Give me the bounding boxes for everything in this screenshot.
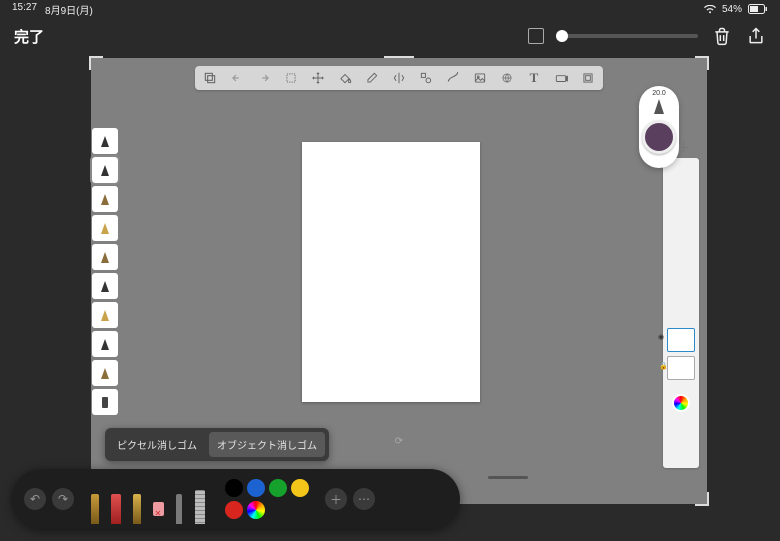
text-tool-icon[interactable]: T (525, 69, 543, 87)
shapes-icon[interactable] (417, 69, 435, 87)
dock-drag-handle[interactable] (488, 476, 528, 479)
crop-handle-tl[interactable] (89, 56, 103, 70)
brush-size-label: 20.0 (652, 90, 666, 97)
swatch-green[interactable] (269, 479, 287, 497)
crop-handle-br[interactable] (695, 492, 709, 506)
wifi-icon (704, 5, 716, 14)
dock-redo-button[interactable]: ↷ (52, 488, 74, 510)
status-bar: 15:27 8月9日(月) 54% (0, 0, 780, 18)
curve-icon[interactable] (444, 69, 462, 87)
dock-cutter-tool[interactable] (170, 480, 188, 524)
add-brush-icon[interactable]: ＋ (677, 138, 691, 158)
camera-icon[interactable] (552, 69, 570, 87)
opacity-reference-box[interactable] (528, 28, 544, 44)
symmetry-icon[interactable] (390, 69, 408, 87)
pen-preset-3[interactable] (92, 186, 118, 212)
dock-more-button[interactable]: ⋯ (353, 488, 375, 510)
layers-icon[interactable] (201, 69, 219, 87)
trash-icon[interactable] (712, 26, 732, 46)
pen-preset-5[interactable] (92, 244, 118, 270)
eraser-pixel-option[interactable]: ピクセル消しゴム (109, 432, 205, 457)
crop-handle-tr[interactable] (695, 56, 709, 70)
brush-size-panel[interactable]: 20.0 ＋ (639, 86, 679, 168)
eraser-icon[interactable] (363, 69, 381, 87)
layer-visibility-icon[interactable]: ◉ (658, 333, 664, 341)
dock-undo-button[interactable]: ↶ (24, 488, 46, 510)
layer-1[interactable]: ◉ (667, 328, 695, 352)
status-battery: 54% (722, 4, 742, 15)
redo-icon[interactable] (255, 69, 273, 87)
pen-preset-6[interactable] (92, 273, 118, 299)
layer-panel: ◉ 🔒 (667, 328, 695, 412)
pen-preset-2[interactable] (92, 157, 118, 183)
dock-color-swatches (225, 479, 313, 519)
swatch-yellow[interactable] (291, 479, 309, 497)
pen-preset-9[interactable] (92, 360, 118, 386)
canvas-toolbar: T (195, 66, 603, 90)
swatch-blue[interactable] (247, 479, 265, 497)
pen-presets (92, 128, 118, 418)
canvas-center-icon[interactable]: ⟳ (395, 436, 403, 447)
swatch-black[interactable] (225, 479, 243, 497)
move-icon[interactable] (309, 69, 327, 87)
share-icon[interactable] (746, 26, 766, 46)
undo-icon[interactable] (228, 69, 246, 87)
brush-nib-icon (654, 99, 664, 114)
layer-background[interactable]: 🔒 (667, 356, 695, 380)
status-time: 15:27 (12, 2, 37, 17)
eraser-mode-popup: ピクセル消しゴム オブジェクト消しゴム (105, 428, 329, 461)
select-rect-icon[interactable] (282, 69, 300, 87)
app-header: 完了 (0, 18, 780, 54)
swatch-rainbow[interactable] (247, 501, 265, 519)
battery-icon (748, 4, 768, 14)
pen-preset-1[interactable] (92, 128, 118, 154)
pen-preset-10[interactable] (92, 389, 118, 415)
dock-add-button[interactable]: ＋ (325, 488, 347, 510)
brush-color-swatch[interactable] (642, 120, 676, 154)
swatch-red[interactable] (225, 501, 243, 519)
status-date: 8月9日(月) (45, 2, 93, 17)
dock-marker-tool[interactable] (107, 480, 125, 524)
dock-pencil-tool[interactable] (128, 480, 146, 524)
crop-handle-top[interactable] (384, 56, 414, 58)
pen-preset-7[interactable] (92, 302, 118, 328)
pen-preset-4[interactable] (92, 215, 118, 241)
color-wheel-icon[interactable] (672, 394, 690, 412)
eraser-object-option[interactable]: オブジェクト消しゴム (209, 432, 325, 457)
image-icon[interactable] (471, 69, 489, 87)
dock-ruler-tool[interactable] (191, 480, 209, 524)
frame-icon[interactable] (579, 69, 597, 87)
done-button[interactable]: 完了 (14, 26, 44, 47)
pen-preset-8[interactable] (92, 331, 118, 357)
dock-pen-tool[interactable] (86, 480, 104, 524)
layer-lock-icon: 🔒 (659, 362, 668, 370)
3d-icon[interactable] (498, 69, 516, 87)
fill-icon[interactable] (336, 69, 354, 87)
dock-eraser-tool[interactable] (149, 472, 167, 516)
opacity-slider[interactable] (558, 34, 698, 38)
right-sidebar (663, 158, 699, 468)
tool-dock: ↶ ↷ ＋ ⋯ (12, 469, 460, 529)
canvas-page[interactable] (302, 142, 480, 402)
